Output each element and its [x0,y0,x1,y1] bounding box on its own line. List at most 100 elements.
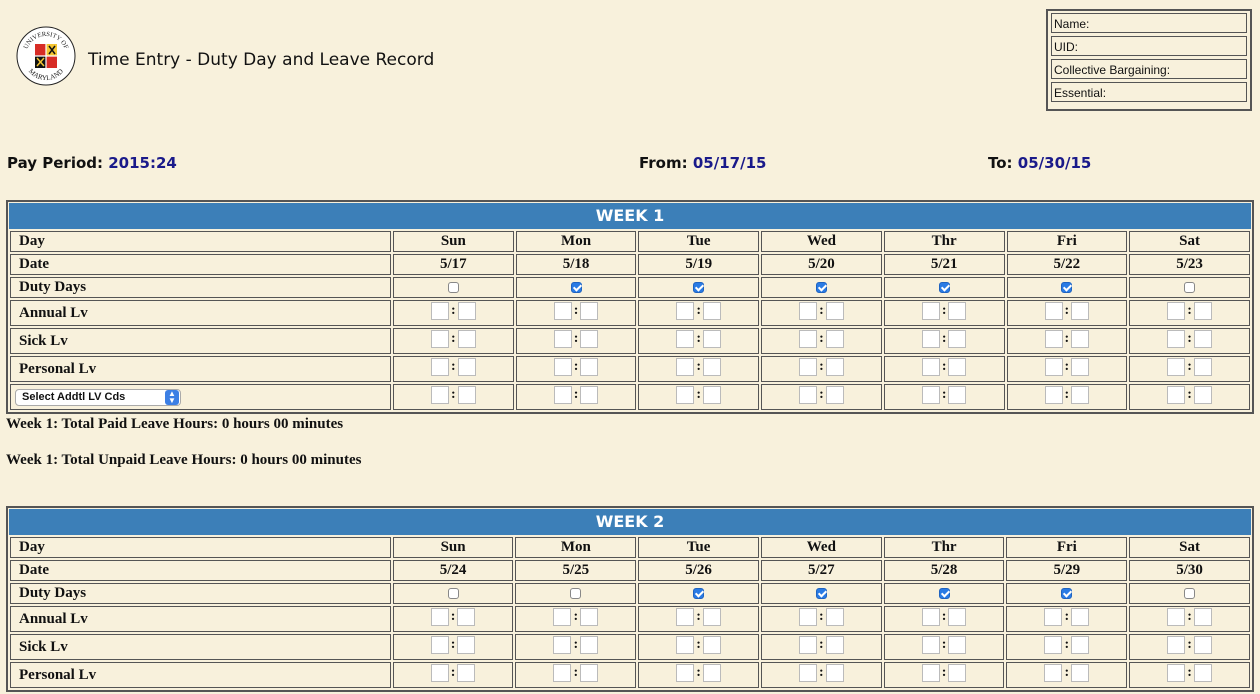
minutes-input[interactable] [825,301,844,320]
minutes-input[interactable] [948,357,967,376]
hours-input[interactable] [676,607,695,626]
hours-input[interactable] [1044,301,1063,320]
minutes-input[interactable] [457,357,476,376]
hours-input[interactable] [430,663,449,682]
duty-day-checkbox[interactable] [570,282,582,294]
hours-input[interactable] [553,329,572,348]
minutes-input[interactable] [1071,329,1090,348]
minutes-input[interactable] [948,663,967,682]
hours-input[interactable] [553,301,572,320]
hours-input[interactable] [676,663,695,682]
additional-leave-select[interactable]: Select Addtl LV Cds ▲ ▼ [15,388,181,406]
minutes-input[interactable] [457,635,476,654]
duty-day-checkbox[interactable] [1061,588,1073,600]
minutes-input[interactable] [825,663,844,682]
minutes-input[interactable] [825,385,844,404]
hours-input[interactable] [921,357,940,376]
hours-input[interactable] [431,301,449,320]
hours-input[interactable] [1044,635,1063,654]
duty-day-checkbox[interactable] [570,588,582,600]
hours-input[interactable] [1167,357,1186,376]
minutes-input[interactable] [702,663,721,682]
hours-input[interactable] [553,357,572,376]
minutes-input[interactable] [580,357,599,376]
hours-input[interactable] [799,357,818,376]
hours-input[interactable] [799,301,818,320]
minutes-input[interactable] [948,607,967,626]
minutes-input[interactable] [580,301,599,320]
minutes-input[interactable] [1193,357,1212,376]
hours-input[interactable] [1167,607,1186,626]
minutes-input[interactable] [702,607,721,626]
minutes-input[interactable] [825,635,844,654]
minutes-input[interactable] [1193,635,1212,654]
duty-day-checkbox[interactable] [1061,282,1073,294]
hours-input[interactable] [431,385,449,404]
hours-input[interactable] [430,607,449,626]
hours-input[interactable] [430,635,449,654]
duty-day-checkbox[interactable] [1184,588,1196,600]
minutes-input[interactable] [1071,385,1090,404]
duty-day-checkbox[interactable] [815,588,827,600]
minutes-input[interactable] [580,385,599,404]
duty-day-checkbox[interactable] [1184,282,1196,294]
minutes-input[interactable] [948,385,967,404]
duty-day-checkbox[interactable] [693,588,705,600]
hours-input[interactable] [676,301,695,320]
minutes-input[interactable] [825,357,844,376]
minutes-input[interactable] [702,635,721,654]
hours-input[interactable] [799,385,818,404]
hours-input[interactable] [676,357,695,376]
hours-input[interactable] [1044,329,1063,348]
duty-day-checkbox[interactable] [447,282,459,294]
hours-input[interactable] [798,607,817,626]
minutes-input[interactable] [825,329,844,348]
minutes-input[interactable] [703,385,722,404]
hours-input[interactable] [1167,329,1186,348]
minutes-input[interactable] [1071,357,1090,376]
minutes-input[interactable] [580,635,599,654]
hours-input[interactable] [921,607,940,626]
hours-input[interactable] [1044,663,1063,682]
hours-input[interactable] [1044,385,1063,404]
duty-day-checkbox[interactable] [938,588,950,600]
hours-input[interactable] [1167,301,1186,320]
hours-input[interactable] [921,663,940,682]
hours-input[interactable] [1044,607,1063,626]
hours-input[interactable] [1167,635,1186,654]
hours-input[interactable] [921,635,940,654]
minutes-input[interactable] [580,607,599,626]
hours-input[interactable] [553,607,572,626]
minutes-input[interactable] [703,301,722,320]
hours-input[interactable] [799,329,818,348]
minutes-input[interactable] [1193,329,1212,348]
duty-day-checkbox[interactable] [815,282,827,294]
minutes-input[interactable] [948,635,967,654]
hours-input[interactable] [1167,663,1186,682]
minutes-input[interactable] [1193,301,1212,320]
minutes-input[interactable] [1071,301,1090,320]
minutes-input[interactable] [825,607,844,626]
minutes-input[interactable] [457,385,476,404]
duty-day-checkbox[interactable] [693,282,705,294]
duty-day-checkbox[interactable] [447,588,459,600]
minutes-input[interactable] [457,607,476,626]
minutes-input[interactable] [1071,663,1090,682]
hours-input[interactable] [921,301,940,320]
minutes-input[interactable] [1193,385,1212,404]
minutes-input[interactable] [457,663,476,682]
minutes-input[interactable] [703,357,722,376]
minutes-input[interactable] [1071,607,1090,626]
hours-input[interactable] [431,357,449,376]
minutes-input[interactable] [580,663,599,682]
hours-input[interactable] [676,329,695,348]
hours-input[interactable] [921,329,940,348]
duty-day-checkbox[interactable] [938,282,950,294]
hours-input[interactable] [676,385,695,404]
hours-input[interactable] [676,635,695,654]
hours-input[interactable] [553,385,572,404]
hours-input[interactable] [553,635,572,654]
hours-input[interactable] [553,663,572,682]
minutes-input[interactable] [457,329,476,348]
hours-input[interactable] [798,663,817,682]
